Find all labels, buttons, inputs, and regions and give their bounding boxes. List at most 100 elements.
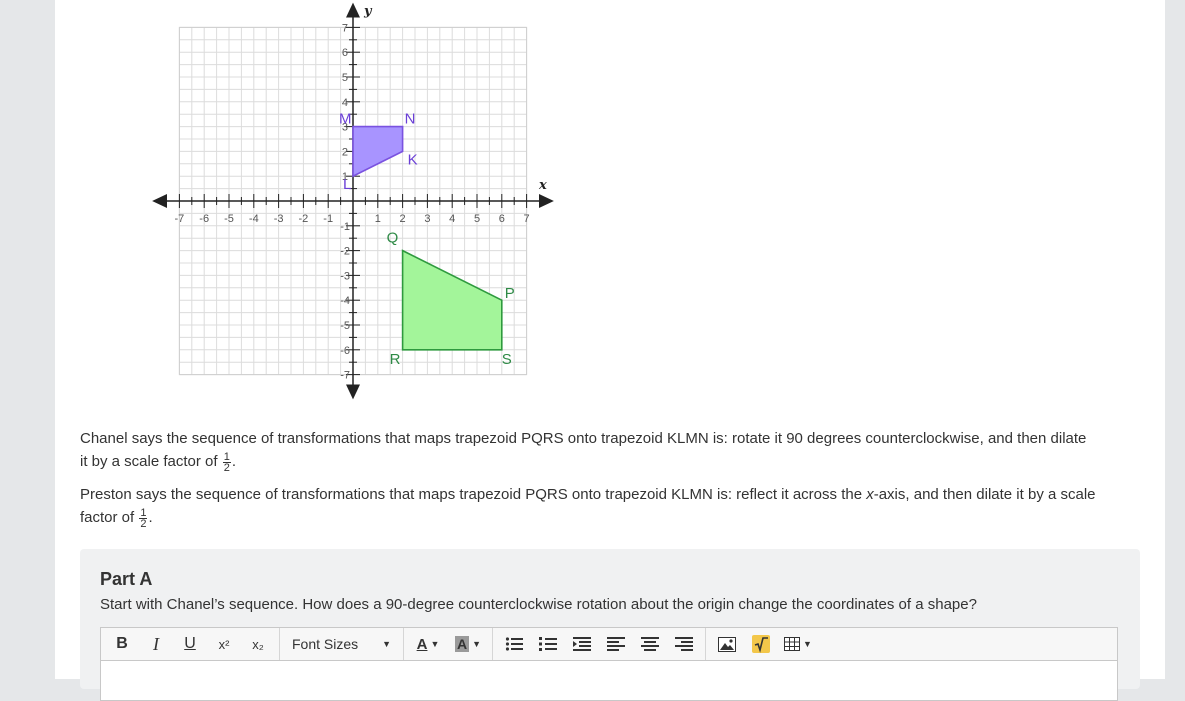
x-tick-label: -4 xyxy=(249,213,259,225)
align-right-icon xyxy=(675,637,693,651)
align-left-button[interactable] xyxy=(599,630,633,658)
subscript-button[interactable]: x₂ xyxy=(241,630,275,658)
x-tick-label: 1 xyxy=(375,213,381,225)
chevron-down-icon: ▼ xyxy=(472,639,482,649)
y-tick-label: -6 xyxy=(340,345,350,357)
x-axis-name: x xyxy=(538,178,547,193)
x-tick-label: -3 xyxy=(274,213,284,225)
font-color-button[interactable]: A ▼ xyxy=(408,630,448,658)
y-tick-label: -1 xyxy=(340,221,350,233)
x-tick-label: -7 xyxy=(175,213,185,225)
part-a-title: Part A xyxy=(100,569,153,589)
insert-group: ▼ xyxy=(706,628,822,660)
x-tick-label: 4 xyxy=(449,213,455,225)
numbered-list-icon xyxy=(539,637,557,651)
bold-button[interactable]: B xyxy=(105,630,139,658)
align-center-button[interactable] xyxy=(633,630,667,658)
y-tick-label: 2 xyxy=(342,146,348,158)
font-sizes-dropdown[interactable]: Font Sizes ▼ xyxy=(284,630,399,658)
background-color-icon: A xyxy=(454,636,470,652)
bullet-list-icon xyxy=(505,637,523,651)
y-axis-arrow-up xyxy=(346,2,360,18)
y-tick-label: -4 xyxy=(340,295,350,307)
x-tick-label: 5 xyxy=(474,213,480,225)
font-sizes-label: Font Sizes xyxy=(292,636,359,652)
x-tick-label: -6 xyxy=(199,213,209,225)
paragraph-group xyxy=(493,628,706,660)
vertex-label-l: L xyxy=(343,176,351,193)
format-group: B I U x² x₂ xyxy=(101,628,280,660)
fraction-numerator: 1 xyxy=(222,450,231,463)
preston-line-2-end: . xyxy=(148,509,153,526)
y-tick-label: -7 xyxy=(340,370,350,382)
chanel-statement: Chanel says the sequence of transformati… xyxy=(80,427,1145,473)
preston-line-2-text: factor of xyxy=(80,509,139,526)
y-tick-label: -3 xyxy=(340,270,350,282)
x-tick-label: 7 xyxy=(524,213,530,225)
table-icon xyxy=(784,637,801,651)
chevron-down-icon: ▼ xyxy=(430,639,440,649)
fraction-denominator: 2 xyxy=(140,517,147,530)
vertex-label-m: M xyxy=(339,111,352,128)
page-content: -7 -6 -5 -4 -3 -2 -1 1 2 3 4 5 6 7 1 2 3 4 5 6 7 -1 -2 -3 -4 -5 -6… xyxy=(55,0,1165,701)
graph-svg: -7 -6 -5 -4 -3 -2 -1 1 2 3 4 5 6 71234567-1-2-3-4-5-6… xyxy=(152,2,554,400)
preston-statement: Preston says the sequence of transformat… xyxy=(80,483,1145,529)
font-color-icon: A xyxy=(416,635,428,653)
image-icon xyxy=(718,636,736,652)
square-root-icon xyxy=(752,635,770,653)
vertex-label-s: S xyxy=(502,351,512,368)
insert-equation-button[interactable] xyxy=(744,630,778,658)
y-tick-label: -5 xyxy=(340,320,350,332)
answer-editor[interactable] xyxy=(100,661,1118,701)
y-tick-label: 6 xyxy=(342,47,348,59)
preston-line-1-text: Preston says the sequence of transformat… xyxy=(80,486,867,503)
indent-icon xyxy=(573,637,591,651)
x-tick-label: -1 xyxy=(323,213,333,225)
x-tick-label: -2 xyxy=(299,213,309,225)
preston-x-variable: x xyxy=(866,486,874,503)
x-axis-arrow-left xyxy=(152,194,167,208)
font-size-group: Font Sizes ▼ xyxy=(280,628,404,660)
x-tick-label: 3 xyxy=(424,213,430,225)
x-tick-label: -5 xyxy=(224,213,234,225)
vertex-label-p: P xyxy=(505,285,515,302)
indent-button[interactable] xyxy=(565,630,599,658)
chanel-line-1: Chanel says the sequence of transformati… xyxy=(80,430,1087,447)
vertex-label-r: R xyxy=(390,351,401,368)
fraction-denominator: 2 xyxy=(223,461,230,474)
background-color-button[interactable]: A ▼ xyxy=(448,630,488,658)
align-left-icon xyxy=(607,637,625,651)
insert-image-button[interactable] xyxy=(710,630,744,658)
preston-line-1: Preston says the sequence of transformat… xyxy=(80,483,1145,506)
x-tick-label: 2 xyxy=(400,213,406,225)
chevron-down-icon: ▼ xyxy=(803,639,812,649)
chanel-line-2-text: it by a scale factor of xyxy=(80,453,222,470)
align-right-button[interactable] xyxy=(667,630,701,658)
italic-button[interactable]: I xyxy=(139,630,173,658)
y-axis-name: y xyxy=(363,4,373,19)
preston-line-2: factor of 12. xyxy=(80,506,1145,529)
y-tick-label: 5 xyxy=(342,72,348,84)
underline-button[interactable]: U xyxy=(173,630,207,658)
preston-line-1-end: -axis, and then dilate it by a scale xyxy=(873,486,1096,503)
x-tick-label: 6 xyxy=(499,213,505,225)
superscript-button[interactable]: x² xyxy=(207,630,241,658)
color-group: A ▼ A ▼ xyxy=(404,628,493,660)
bullet-list-button[interactable] xyxy=(497,630,531,658)
y-tick-label: -2 xyxy=(340,246,350,258)
numbered-list-button[interactable] xyxy=(531,630,565,658)
preston-fraction: 12 xyxy=(139,506,148,530)
x-axis-arrow-right xyxy=(539,194,554,208)
vertex-label-n: N xyxy=(405,111,416,128)
y-tick-label: 7 xyxy=(342,22,348,34)
chanel-line-2: it by a scale factor of 12. xyxy=(80,450,1145,473)
vertex-label-k: K xyxy=(408,151,418,168)
insert-table-button[interactable]: ▼ xyxy=(778,630,818,658)
y-tick-label: 4 xyxy=(342,97,348,109)
chanel-fraction: 12 xyxy=(222,450,231,474)
fraction-numerator: 1 xyxy=(139,506,148,519)
vertex-label-q: Q xyxy=(387,230,399,247)
align-center-icon xyxy=(641,637,659,651)
part-a-panel: Part A Start with Chanel’s sequence. How… xyxy=(80,549,1140,701)
chanel-line-2-end: . xyxy=(231,453,237,470)
